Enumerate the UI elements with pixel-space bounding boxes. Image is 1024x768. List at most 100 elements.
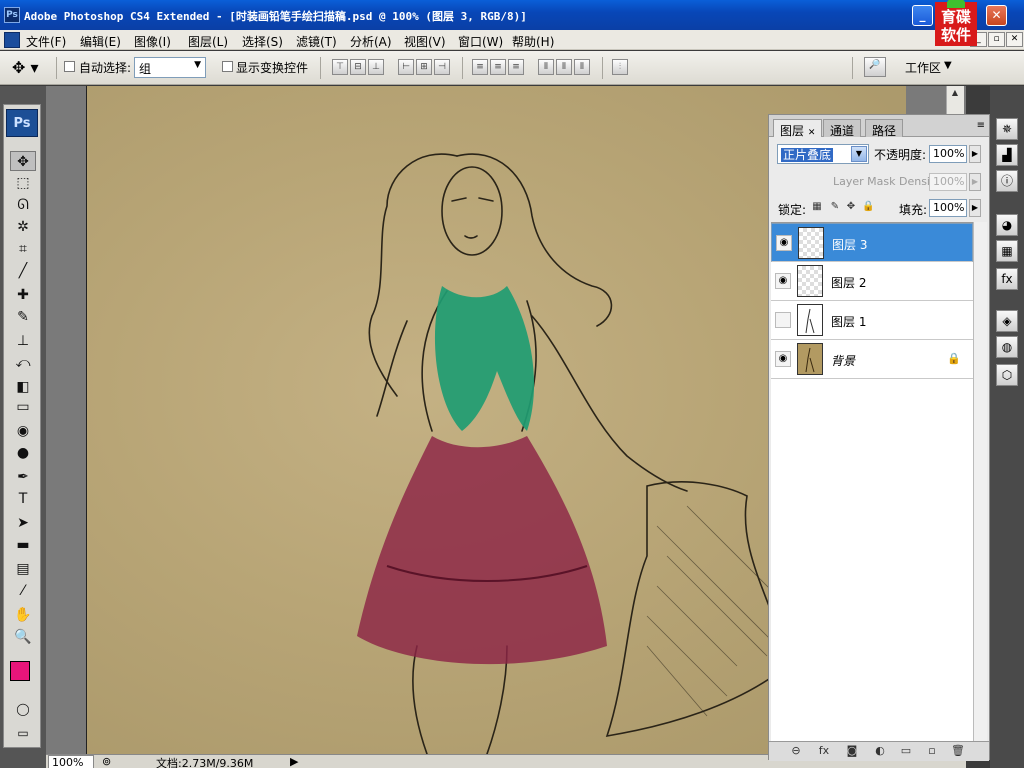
visibility-toggle-empty[interactable]: ◉ (775, 312, 791, 328)
distribute-hcenter-icon[interactable]: ⦀ (556, 59, 572, 75)
menu-filter[interactable]: 滤镜(T) (296, 33, 337, 50)
screen-mode-icon[interactable]: ▭ (10, 723, 36, 743)
lock-position-icon[interactable]: ✥ (845, 201, 857, 213)
distribute-bottom-icon[interactable]: ≡ (508, 59, 524, 75)
channels-dock-icon[interactable]: ◍ (996, 336, 1018, 358)
layer-name[interactable]: 图层 1 (831, 313, 866, 330)
eyedropper-icon[interactable]: ╱ (10, 261, 36, 281)
eraser-icon[interactable]: ◧ (10, 377, 36, 397)
eye-icon[interactable]: ◉ (775, 273, 791, 289)
zoom-field[interactable]: 100% (48, 755, 94, 768)
paths-dock-icon[interactable]: ⬡ (996, 364, 1018, 386)
document-icon[interactable] (4, 32, 20, 48)
type-icon[interactable]: T (10, 489, 36, 509)
fill-field[interactable]: 100% (929, 199, 967, 217)
tab-paths[interactable]: 路径 (865, 119, 904, 138)
distribute-top-icon[interactable]: ≡ (472, 59, 488, 75)
navigator-icon[interactable]: ✵ (996, 118, 1018, 140)
tab-layers[interactable]: 图层 ✕ (773, 119, 823, 138)
blend-mode-select[interactable]: 正片叠底 ▼ (777, 144, 869, 164)
link-layers-icon[interactable]: ⊖ (787, 744, 805, 760)
quick-mask-icon[interactable]: ◯ (10, 699, 36, 719)
magic-wand-icon[interactable]: ✲ (10, 217, 36, 237)
eye-icon[interactable]: ◉ (775, 351, 791, 367)
auto-select-dropdown[interactable]: 组 ▼ (134, 57, 206, 78)
clone-stamp-icon[interactable]: ⊥ (10, 331, 36, 351)
add-mask-icon[interactable]: ◙ (843, 744, 861, 760)
menu-select[interactable]: 选择(S) (242, 33, 283, 50)
menu-analysis[interactable]: 分析(A) (350, 33, 392, 50)
menu-edit[interactable]: 编辑(E) (80, 33, 121, 50)
move-icon[interactable]: ✥ (10, 151, 36, 171)
eye-icon[interactable]: ◉ (776, 235, 792, 251)
workspace-button[interactable]: 工作区 (905, 59, 941, 76)
swatches-icon[interactable]: ▦ (996, 240, 1018, 262)
history-brush-icon[interactable]: ⤺ (10, 353, 36, 373)
menu-help[interactable]: 帮助(H) (512, 33, 554, 50)
menu-file[interactable]: 文件(F) (26, 33, 66, 50)
new-layer-icon[interactable]: ▫ (923, 744, 941, 760)
align-hcenter-icon[interactable]: ⊞ (416, 59, 432, 75)
layers-dock-icon[interactable]: ◈ (996, 310, 1018, 332)
auto-align-layers-icon[interactable]: ⫶ (612, 59, 628, 75)
status-menu-arrow-icon[interactable]: ▶ (290, 755, 298, 768)
opacity-slider-arrow-icon[interactable]: ▶ (969, 145, 981, 163)
layers-scrollbar[interactable] (973, 222, 987, 742)
styles-fx-icon[interactable]: fx (996, 268, 1018, 290)
layer-row-1[interactable]: ◉ 图层 1 (771, 301, 973, 340)
distribute-vcenter-icon[interactable]: ≡ (490, 59, 506, 75)
info-icon[interactable]: ⓘ (996, 170, 1018, 192)
hand-icon[interactable]: ✋ (10, 605, 36, 625)
distribute-right-icon[interactable]: ⦀ (574, 59, 590, 75)
layer-row-2[interactable]: ◉ 图层 2 (771, 262, 973, 301)
brush-icon[interactable]: ✎ (10, 307, 36, 327)
rectangle-icon[interactable]: ▬ (10, 535, 36, 555)
layer-name[interactable]: 图层 3 (832, 236, 867, 253)
doc-restore-button[interactable]: ▫ (988, 32, 1005, 47)
dodge-icon[interactable]: ● (10, 443, 36, 463)
distribute-left-icon[interactable]: ⦀ (538, 59, 554, 75)
auto-select-checkbox[interactable] (64, 61, 75, 72)
move-tool-preset-icon[interactable]: ✥ ▾ (12, 58, 46, 78)
lock-all-icon[interactable]: 🔒 (862, 201, 874, 213)
layer-style-fx-icon[interactable]: fx (815, 744, 833, 760)
notes-icon[interactable]: ▤ (10, 559, 36, 579)
align-right-icon[interactable]: ⊣ (434, 59, 450, 75)
color-icon[interactable]: ◕ (996, 214, 1018, 236)
lock-transparency-icon[interactable]: ▦ (811, 201, 823, 213)
healing-brush-icon[interactable]: ✚ (10, 285, 36, 305)
show-transform-checkbox[interactable] (222, 61, 233, 72)
layer-row-3[interactable]: ◉ 图层 3 (771, 223, 973, 262)
panel-menu-icon[interactable]: ≡ (977, 120, 985, 131)
pen-icon[interactable]: ✒ (10, 467, 36, 487)
lasso-icon[interactable]: ᘏ (10, 195, 36, 215)
foreground-color-swatch[interactable] (10, 661, 30, 681)
adjustment-layer-icon[interactable]: ◐ (871, 744, 889, 760)
path-selection-icon[interactable]: ➤ (10, 513, 36, 533)
histogram-icon[interactable]: ▟ (996, 144, 1018, 166)
minimize-button[interactable]: _ (912, 5, 933, 26)
doc-close-button[interactable]: ✕ (1006, 32, 1023, 47)
close-icon[interactable]: ✕ (808, 128, 816, 138)
menu-view[interactable]: 视图(V) (404, 33, 446, 50)
zoom-icon[interactable]: 🔍 (10, 627, 36, 647)
fill-slider-arrow-icon[interactable]: ▶ (969, 199, 981, 217)
opacity-field[interactable]: 100% (929, 145, 967, 163)
align-top-icon[interactable]: ⊤ (332, 59, 348, 75)
status-info-icon[interactable]: ⊚ (102, 755, 111, 768)
close-button[interactable]: ✕ (986, 5, 1007, 26)
gradient-icon[interactable]: ▭ (10, 397, 36, 417)
new-group-icon[interactable]: ▭ (897, 744, 915, 760)
blur-icon[interactable]: ◉ (10, 421, 36, 441)
align-bottom-icon[interactable]: ⊥ (368, 59, 384, 75)
delete-layer-icon[interactable]: 🗑 (949, 744, 967, 760)
menu-image[interactable]: 图像(I) (134, 33, 171, 50)
menu-window[interactable]: 窗口(W) (458, 33, 503, 50)
bridge-icon[interactable]: 🔎 (864, 57, 886, 77)
crop-icon[interactable]: ⌗ (10, 239, 36, 259)
align-left-icon[interactable]: ⊢ (398, 59, 414, 75)
color-sampler-icon[interactable]: ⁄ (10, 581, 36, 601)
lock-pixels-icon[interactable]: ✎ (829, 201, 841, 213)
align-vcenter-icon[interactable]: ⊟ (350, 59, 366, 75)
layer-row-background[interactable]: ◉ 背景 🔒 (771, 340, 973, 379)
